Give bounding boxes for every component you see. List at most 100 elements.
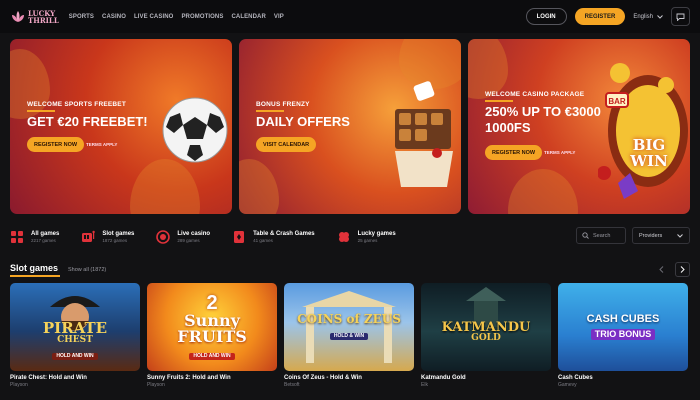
chat-button[interactable] [671, 7, 690, 26]
register-button[interactable]: REGISTER [574, 8, 626, 25]
game-art-title-2: FRUITS [177, 327, 247, 346]
game-art-title: PIRATE [42, 319, 108, 337]
sports-freebet-banner[interactable]: WELCOME SPORTS FREEBET GET €20 FREEBET! … [10, 39, 232, 214]
daily-offers-banner[interactable]: BONUS FRENZY DAILY OFFERS VISIT CALENDAR [239, 39, 461, 214]
chevron-down-icon [677, 233, 683, 238]
nav-casino[interactable]: CASINO [102, 14, 126, 20]
nav-promotions[interactable]: PROMOTIONS [181, 14, 223, 20]
category-count: 1872 games [102, 238, 128, 243]
providers-dropdown[interactable]: Providers [632, 227, 690, 244]
chevron-right-icon [680, 266, 685, 273]
game-card[interactable]: PIRATE CHEST HOLD AND WIN Pirate Chest: … [10, 283, 140, 388]
terms-apply-link[interactable]: TERMS APPLY [86, 142, 117, 147]
slot-games-header: Slot games Show all (1872) [10, 263, 106, 277]
game-thumbnail[interactable]: KATMANDU GOLD [421, 283, 551, 371]
nav-sports[interactable]: SPORTS [69, 14, 94, 20]
banner-title: GET €20 FREEBET! [27, 114, 148, 129]
table-icon [234, 231, 245, 243]
game-card[interactable]: CASH CUBES TRIO BONUS Cash Cubes Gamevy [558, 283, 688, 388]
visit-calendar-button[interactable]: VISIT CALENDAR [256, 137, 317, 152]
game-card[interactable]: KATMANDU GOLD Katmandu Gold Elk [421, 283, 551, 388]
category-label: Slot games [102, 231, 135, 237]
game-provider: Betsoft [284, 382, 300, 388]
decor-petal [508, 169, 578, 214]
category-label: Live casino [177, 231, 211, 237]
game-title[interactable]: Pirate Chest: Hold and Win [10, 375, 140, 381]
game-art-subtitle: HOLD & WIN [329, 333, 369, 340]
banner-eyebrow: BONUS FRENZY [256, 101, 310, 112]
register-now-button[interactable]: REGISTER NOW [485, 145, 543, 160]
category-lucky-games[interactable]: Lucky games 25 games [337, 230, 396, 244]
top-navigation-bar: LUCKY THRILL SPORTS CASINO LIVE CASINO P… [0, 0, 700, 33]
category-slot-games[interactable]: Slot games 1872 games [81, 230, 134, 244]
game-title[interactable]: Coins Of Zeus - Hold & Win [284, 375, 414, 381]
game-thumbnail[interactable]: CASH CUBES TRIO BONUS [558, 283, 688, 371]
game-art-title: CASH CUBES [586, 312, 660, 325]
prev-arrow-button[interactable] [654, 262, 669, 277]
game-categories-bar: All games 2217 games Slot games 1872 gam… [0, 222, 700, 252]
category-label: Lucky games [357, 231, 396, 237]
banner-title-line1: 250% UP TO €3000 [485, 104, 601, 119]
game-card[interactable]: 2 Sunny FRUITS HOLD AND WIN Sunny Fruits… [147, 283, 277, 388]
category-all-games[interactable]: All games 2217 games [10, 230, 59, 244]
banner-title: DAILY OFFERS [256, 114, 350, 129]
decor-petal [130, 159, 200, 214]
nav-vip[interactable]: VIP [274, 14, 284, 20]
site-logo[interactable]: LUCKY THRILL [10, 10, 59, 24]
section-title: Slot games [10, 263, 60, 277]
nav-live-casino[interactable]: LIVE CASINO [134, 14, 173, 20]
game-provider: Gamevy [558, 382, 577, 388]
clover-icon [338, 232, 349, 242]
terms-apply-link[interactable]: TERMS APPLY [544, 150, 575, 155]
nav-calendar[interactable]: CALENDAR [231, 14, 265, 20]
next-arrow-button[interactable] [675, 262, 690, 277]
category-table-crash[interactable]: Table & Crash Games 41 games [232, 230, 315, 244]
decor-petal [468, 39, 508, 99]
slot-icon [82, 230, 96, 242]
live-icon [156, 230, 171, 244]
category-count: 41 games [253, 238, 273, 243]
game-thumbnail[interactable]: 2 Sunny FRUITS HOLD AND WIN [147, 283, 277, 371]
game-art-subtitle: HOLD AND WIN [189, 353, 235, 360]
category-label: Table & Crash Games [253, 231, 315, 237]
show-all-link[interactable]: Show all (1872) [68, 267, 106, 273]
casino-package-banner[interactable]: BAR BIG WIN WELCOME CASINO PACKAGE 250% … [468, 39, 690, 214]
language-label: English [633, 13, 653, 20]
slot-games-row: PIRATE CHEST HOLD AND WIN Pirate Chest: … [10, 283, 688, 388]
game-title[interactable]: Cash Cubes [558, 375, 688, 381]
game-art-title-2: GOLD [471, 333, 501, 343]
soccer-ball-icon [162, 97, 228, 163]
decor-petal [239, 159, 279, 214]
banner-eyebrow: WELCOME CASINO PACKAGE [485, 91, 584, 102]
game-thumbnail[interactable]: COINS of ZEUS HOLD & WIN [284, 283, 414, 371]
login-button[interactable]: LOGIN [525, 8, 567, 25]
category-count: 2217 games [31, 238, 56, 243]
gift-box-icon [395, 81, 453, 187]
game-title[interactable]: Sunny Fruits 2: Hold and Win [147, 375, 277, 381]
category-live-casino[interactable]: Live casino 289 games [156, 230, 210, 244]
lotus-logo-icon [12, 10, 24, 22]
category-count: 289 games [177, 238, 200, 243]
game-art-subtitle: TRIO BONUS [590, 328, 656, 340]
search-placeholder: Search [593, 232, 611, 239]
category-label: All games [31, 231, 60, 237]
register-now-button[interactable]: REGISTER NOW [27, 137, 85, 152]
providers-label: Providers [639, 232, 663, 239]
category-count: 25 games [357, 238, 378, 243]
game-card[interactable]: COINS of ZEUS HOLD & WIN Coins Of Zeus -… [284, 283, 414, 388]
search-input[interactable]: Search [576, 227, 626, 244]
game-title[interactable]: Katmandu Gold [421, 375, 551, 381]
banner-eyebrow: WELCOME SPORTS FREEBET [27, 101, 126, 112]
big-win-badge: BIG WIN [630, 136, 668, 170]
carousel-arrows [654, 262, 690, 277]
grid-icon [11, 231, 23, 243]
language-selector[interactable]: English [633, 14, 663, 20]
logo-text-bottom: THRILL [28, 15, 59, 25]
game-provider: Playson [147, 382, 165, 388]
game-art-number: 2 [206, 292, 218, 314]
game-thumbnail[interactable]: PIRATE CHEST HOLD AND WIN [10, 283, 140, 371]
game-art-subtitle: HOLD AND WIN [52, 353, 98, 360]
big-win-slot-icon: BAR [598, 63, 688, 199]
game-art-title-2: CHEST [57, 335, 93, 345]
game-provider: Playson [10, 382, 28, 388]
